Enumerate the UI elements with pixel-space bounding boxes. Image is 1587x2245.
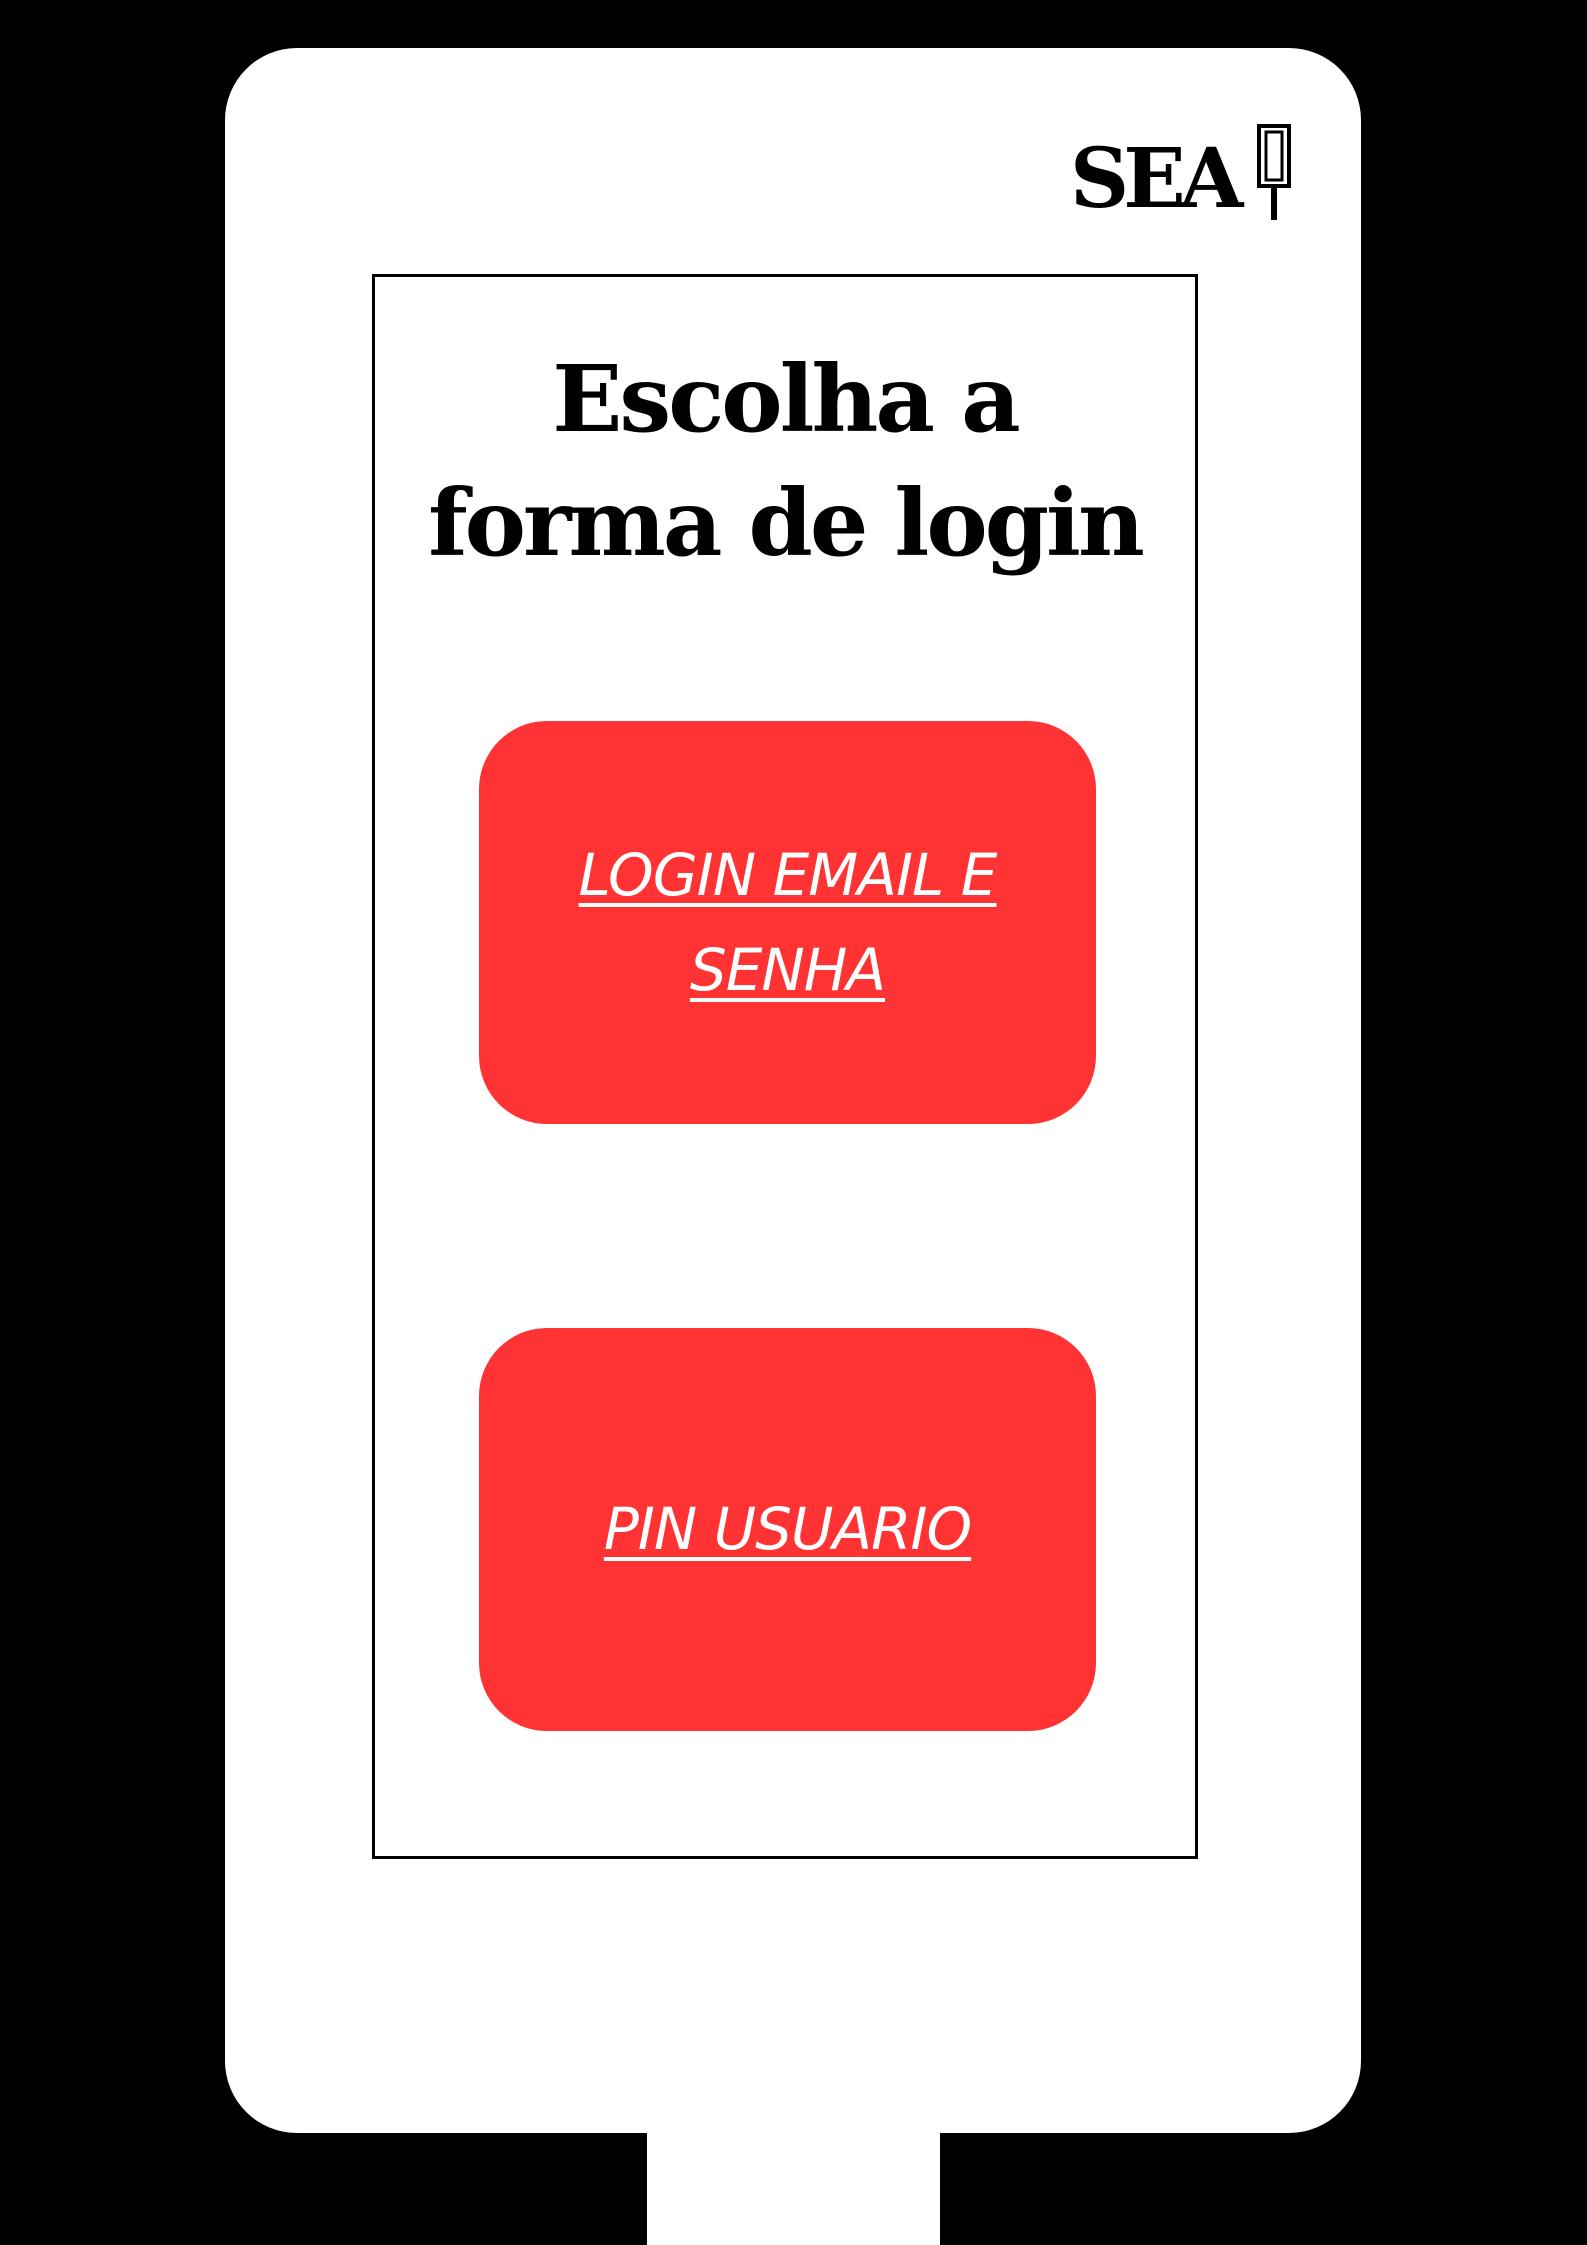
logo-text: SEA (1070, 131, 1243, 227)
login-email-label-line-1: LOGIN EMAIL E (578, 840, 998, 909)
pin-login-button[interactable]: PIN USUARIO (479, 1328, 1096, 1731)
device-stand (647, 2133, 940, 2245)
pin-login-button-label: PIN USUARIO (603, 1495, 972, 1563)
login-email-button-label: LOGIN EMAIL E SENHA (528, 828, 1048, 1018)
brand-logo: SEA (1070, 124, 1292, 227)
title-line-1: Escolha a (552, 345, 1020, 453)
login-email-button[interactable]: LOGIN EMAIL E SENHA (479, 721, 1096, 1124)
login-email-label-line-2: SENHA (689, 935, 886, 1004)
title-line-2: forma de login (428, 469, 1145, 577)
kiosk-icon (1257, 124, 1292, 220)
login-panel: Escolha a forma de login LOGIN EMAIL E S… (372, 274, 1198, 1859)
page-title: Escolha a forma de login (375, 337, 1195, 585)
